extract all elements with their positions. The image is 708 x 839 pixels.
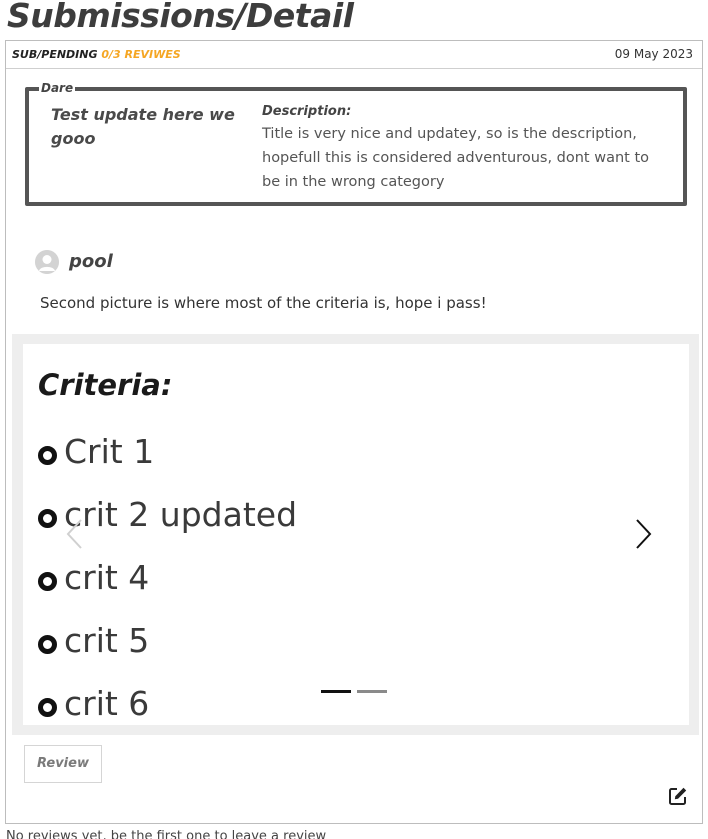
carousel-prev-button[interactable]	[64, 514, 88, 554]
carousel-slide: Criteria: Crit 1 crit 2 updated crit 4 c…	[23, 344, 689, 725]
criteria-item: crit 6	[38, 684, 149, 725]
dare-title: Test update here we gooo	[51, 105, 235, 148]
bullet-icon	[38, 572, 57, 591]
review-button[interactable]: Review	[24, 745, 102, 783]
card-header: SUB/PENDING 0/3 REVIWES 09 May 2023	[6, 41, 702, 69]
criteria-label: crit 5	[64, 621, 150, 660]
bullet-icon	[38, 446, 57, 465]
bullet-icon	[38, 635, 57, 654]
post-comment: Second picture is where most of the crit…	[40, 294, 487, 312]
carousel-indicator-2[interactable]	[357, 690, 387, 693]
image-carousel[interactable]: Criteria: Crit 1 crit 2 updated crit 4 c…	[12, 334, 699, 735]
bullet-icon	[38, 509, 57, 528]
description-text: Title is very nice and updatey, so is th…	[262, 126, 650, 190]
dare-box: Dare Test update here we gooo Descriptio…	[25, 81, 687, 206]
footer-note: No reviews yet, be the first one to leav…	[6, 829, 327, 839]
status-label: SUB/PENDING	[12, 48, 98, 61]
carousel-indicator-1[interactable]	[321, 690, 351, 693]
criteria-label: Crit 1	[64, 432, 155, 471]
criteria-item: Crit 1	[38, 432, 154, 476]
edit-icon[interactable]	[668, 786, 688, 806]
criteria-label: crit 4	[64, 558, 150, 597]
criteria-item: crit 5	[38, 621, 149, 665]
criteria-item: crit 4	[38, 558, 149, 602]
criteria-label: crit 6	[64, 684, 150, 723]
avatar-icon	[35, 250, 59, 274]
review-count: 0/3 REVIWES	[101, 48, 181, 61]
dare-legend: Dare	[39, 81, 76, 95]
carousel-next-button[interactable]	[630, 514, 654, 554]
bullet-icon	[38, 698, 57, 717]
submission-card: SUB/PENDING 0/3 REVIWES 09 May 2023 Dare…	[5, 40, 703, 824]
chevron-right-icon	[636, 519, 652, 549]
chevron-left-icon	[66, 519, 82, 549]
username[interactable]: pool	[69, 251, 113, 272]
status-text: SUB/PENDING 0/3 REVIWES	[12, 48, 181, 61]
slide-heading: Criteria:	[38, 368, 173, 402]
carousel-indicators	[321, 686, 391, 696]
page-title: Submissions/Detail	[7, 0, 354, 35]
description-label: Description:	[262, 104, 352, 119]
submission-date: 09 May 2023	[614, 47, 693, 61]
criteria-label: crit 2 updated	[64, 495, 298, 534]
